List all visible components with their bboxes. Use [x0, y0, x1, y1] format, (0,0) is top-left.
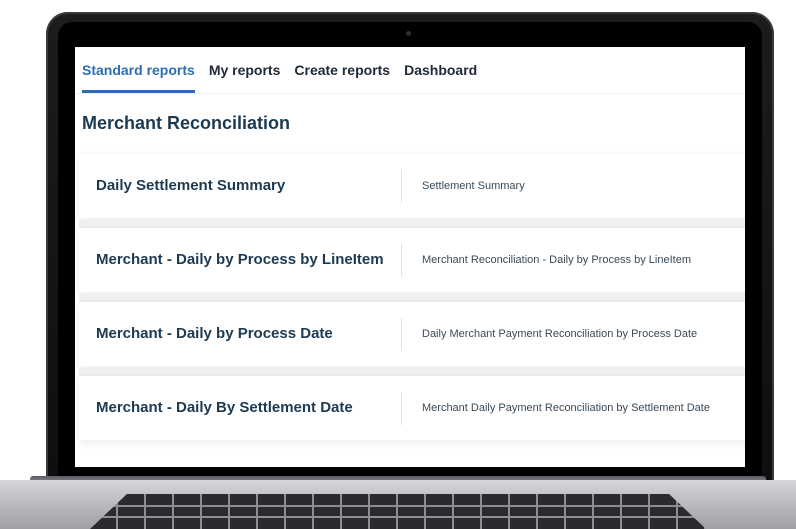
tabs-divider	[75, 93, 745, 94]
report-name: Daily Settlement Summary	[96, 177, 286, 194]
report-name: Merchant - Daily By Settlement Date	[96, 399, 353, 416]
report-tabs: Standard reports My reports Create repor…	[82, 47, 491, 93]
tab-label: My reports	[208, 62, 281, 78]
tab-standard-reports[interactable]: Standard reports	[82, 47, 209, 93]
app-screen: Standard reports My reports Create repor…	[75, 47, 745, 467]
report-description: Daily Merchant Payment Reconciliation by…	[422, 328, 698, 340]
column-divider	[401, 170, 402, 203]
report-description: Merchant Daily Payment Reconciliation by…	[422, 402, 710, 414]
report-name: Merchant - Daily by Process by LineItem	[96, 251, 384, 268]
tab-dashboard[interactable]: Dashboard	[404, 47, 491, 93]
report-name: Merchant - Daily by Process Date	[96, 325, 333, 342]
report-row-daily-by-settlement-date[interactable]: Merchant - Daily By Settlement Date Merc…	[79, 376, 745, 440]
tab-label: Standard reports	[82, 62, 195, 78]
report-row-daily-by-process-date[interactable]: Merchant - Daily by Process Date Daily M…	[79, 302, 745, 366]
column-divider	[401, 318, 402, 351]
webcam-icon	[406, 31, 411, 36]
row-divider	[79, 220, 745, 228]
report-row-daily-by-process-by-lineitem[interactable]: Merchant - Daily by Process by LineItem …	[79, 228, 745, 292]
column-divider	[401, 244, 402, 277]
row-divider	[79, 368, 745, 376]
tab-label: Create reports	[294, 62, 391, 78]
keyboard	[90, 494, 706, 529]
column-divider	[401, 392, 402, 425]
tab-create-reports[interactable]: Create reports	[294, 47, 404, 93]
report-row-daily-settlement-summary[interactable]: Daily Settlement Summary Settlement Summ…	[79, 154, 745, 218]
section-title: Merchant Reconciliation	[82, 113, 291, 133]
tab-my-reports[interactable]: My reports	[209, 47, 295, 93]
row-divider	[79, 294, 745, 302]
report-description: Merchant Reconciliation - Daily by Proce…	[422, 254, 692, 266]
report-description: Settlement Summary	[422, 180, 525, 192]
tab-label: Dashboard	[404, 62, 478, 78]
